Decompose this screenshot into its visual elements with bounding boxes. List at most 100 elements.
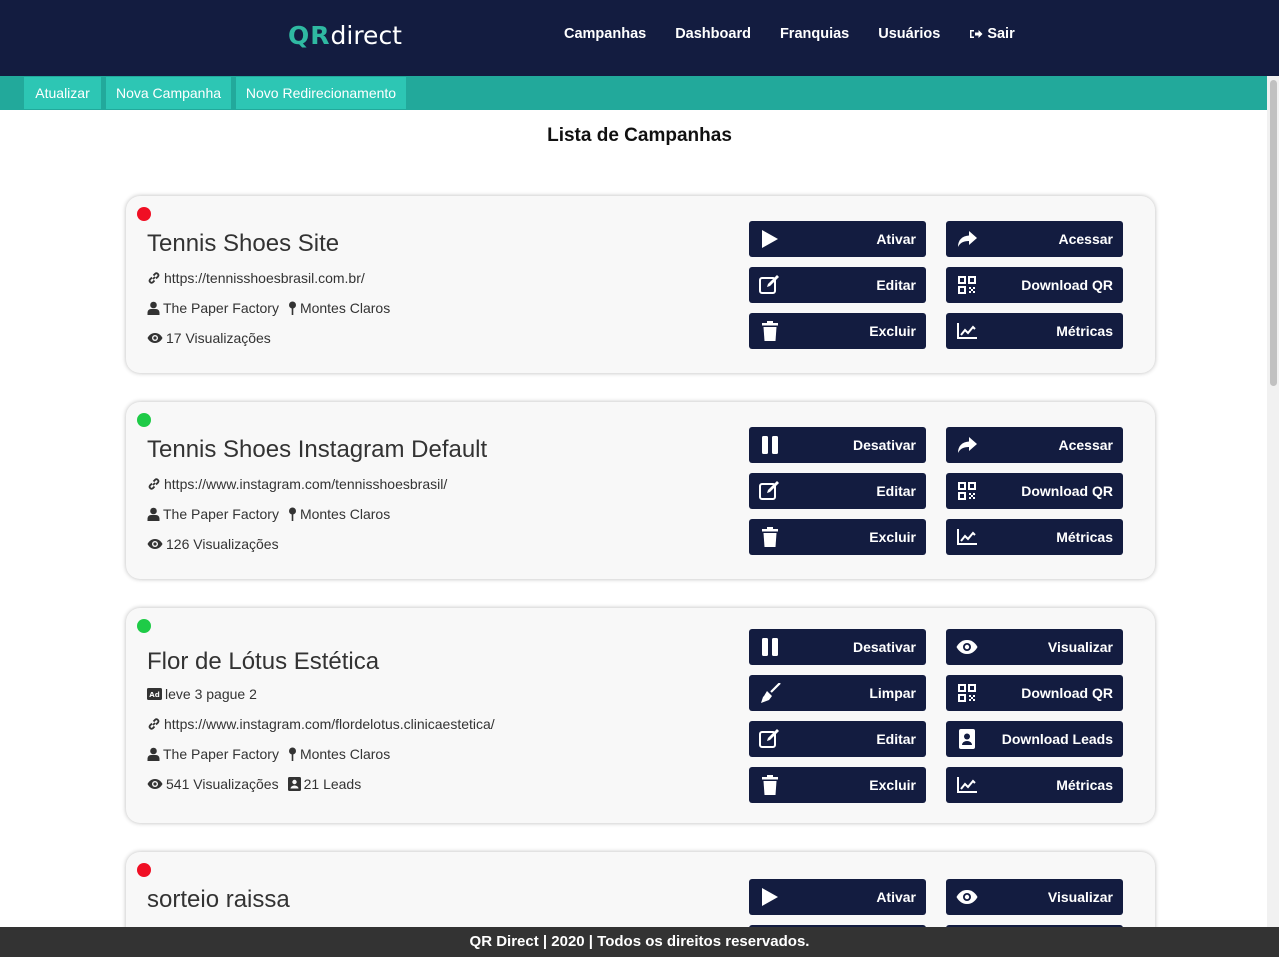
- deactivate-button-label: Desativar: [852, 437, 916, 453]
- download-qr-button[interactable]: Download QR: [946, 473, 1123, 509]
- campaign-title: sorteio raissa: [147, 886, 290, 913]
- metrics-button[interactable]: Métricas: [946, 313, 1123, 349]
- delete-button[interactable]: Excluir: [749, 313, 926, 349]
- deactivate-button[interactable]: Desativar: [749, 629, 926, 665]
- status-dot-inactive: [137, 863, 151, 877]
- chart-line-icon: [956, 526, 978, 548]
- nav-franquias[interactable]: Franquias: [780, 26, 849, 42]
- delete-button-label: Excluir: [869, 529, 916, 545]
- ad-icon: Ad: [147, 688, 162, 700]
- nav-sair[interactable]: Sair: [969, 26, 1015, 42]
- deactivate-button-label: Desativar: [852, 639, 916, 655]
- metrics-button-label: Métricas: [1056, 777, 1113, 793]
- chart-line-icon: [956, 320, 978, 342]
- activate-button-label: Ativar: [876, 889, 916, 905]
- map-pin-icon: [288, 747, 297, 761]
- view-button[interactable]: Visualizar: [946, 629, 1123, 665]
- eye-icon: [147, 778, 163, 790]
- page-footer: QR Direct | 2020 | Todos os direitos res…: [0, 927, 1279, 957]
- campaign-owner-line: The Paper Factory Montes Claros: [147, 746, 390, 762]
- new-redirect-button[interactable]: Novo Redirecionamento: [236, 77, 406, 109]
- link-icon: [147, 477, 161, 491]
- edit-button-label: Editar: [876, 483, 916, 499]
- share-icon: [956, 228, 978, 250]
- delete-button-label: Excluir: [869, 323, 916, 339]
- nav-campanhas-label: Campanhas: [564, 26, 647, 42]
- view-button-label: Visualizar: [1047, 889, 1113, 905]
- nav-campanhas[interactable]: Campanhas: [564, 26, 646, 42]
- map-pin-icon: [288, 301, 297, 315]
- edit-button[interactable]: Editar: [749, 473, 926, 509]
- broom-icon: [759, 682, 781, 704]
- page-scrollbar[interactable]: [1267, 76, 1279, 927]
- campaign-company: The Paper Factory: [163, 300, 279, 316]
- user-icon: [147, 747, 160, 761]
- user-icon: [147, 301, 160, 315]
- campaign-owner-line: The Paper Factory Montes Claros: [147, 300, 390, 316]
- metrics-button[interactable]: Métricas: [946, 767, 1123, 803]
- qrcode-icon: [956, 274, 978, 296]
- edit-button[interactable]: Editar: [749, 267, 926, 303]
- delete-button[interactable]: Excluir: [749, 519, 926, 555]
- campaign-city: Montes Claros: [299, 746, 391, 762]
- metrics-button-label: Métricas: [1056, 323, 1113, 339]
- map-pin-icon: [288, 507, 297, 521]
- download-qr-button-label: Download QR: [1021, 685, 1113, 701]
- delete-button-label: Excluir: [869, 777, 916, 793]
- campaign-card: Tennis Shoes Instagram Default https://w…: [126, 402, 1155, 579]
- campaign-city: Montes Claros: [299, 300, 391, 316]
- eye-icon: [956, 886, 978, 908]
- download-leads-button-label: Download Leads: [1001, 731, 1113, 747]
- link-icon: [147, 271, 161, 285]
- status-dot-inactive: [137, 207, 151, 221]
- status-dot-active: [137, 413, 151, 427]
- download-qr-button[interactable]: Download QR: [946, 675, 1123, 711]
- access-button[interactable]: Acessar: [946, 427, 1123, 463]
- campaign-views: 541 Visualizações: [166, 776, 279, 792]
- campaign-url[interactable]: https://www.instagram.com/flordelotus.cl…: [164, 716, 495, 732]
- campaign-views-line: 126 Visualizações: [147, 536, 279, 552]
- page-title: Lista de Campanhas: [547, 125, 732, 146]
- edit-button-label: Editar: [876, 731, 916, 747]
- edit-icon: [759, 480, 781, 502]
- campaign-views: 17 Visualizações: [166, 330, 271, 346]
- campaign-url-line: https://www.instagram.com/tennisshoesbra…: [147, 476, 447, 492]
- clean-button-label: Limpar: [869, 685, 916, 701]
- user-icon: [147, 507, 160, 521]
- new-campaign-button[interactable]: Nova Campanha: [106, 77, 231, 109]
- delete-button[interactable]: Excluir: [749, 767, 926, 803]
- activate-button[interactable]: Ativar: [749, 221, 926, 257]
- play-icon: [759, 228, 781, 250]
- link-icon: [147, 717, 161, 731]
- download-qr-button[interactable]: Download QR: [946, 267, 1123, 303]
- activate-button[interactable]: Ativar: [749, 879, 926, 915]
- nav-usuarios[interactable]: Usuários: [878, 26, 940, 42]
- campaign-leads: 21 Leads: [303, 776, 362, 792]
- download-qr-button-label: Download QR: [1021, 483, 1113, 499]
- nav-franquias-label: Franquias: [779, 26, 850, 42]
- nav-usuarios-label: Usuários: [878, 26, 941, 42]
- campaign-url[interactable]: https://www.instagram.com/tennisshoesbra…: [164, 476, 447, 492]
- clean-button[interactable]: Limpar: [749, 675, 926, 711]
- qrcode-icon: [956, 480, 978, 502]
- campaign-url[interactable]: https://tennisshoesbrasil.com.br/: [164, 270, 365, 286]
- nav-menu: Campanhas Dashboard Franquias Usuários S…: [564, 26, 1044, 42]
- contact-book-icon: [287, 777, 301, 791]
- campaign-views: 126 Visualizações: [166, 536, 279, 552]
- download-qr-button-label: Download QR: [1021, 277, 1113, 293]
- refresh-button[interactable]: Atualizar: [24, 77, 101, 109]
- eye-icon: [956, 636, 978, 658]
- qr-direct-logo[interactable]: QR direct: [288, 20, 402, 50]
- download-leads-button[interactable]: Download Leads: [946, 721, 1123, 757]
- action-toolbar: Atualizar Nova Campanha Novo Redireciona…: [0, 76, 1267, 110]
- view-button[interactable]: Visualizar: [946, 879, 1123, 915]
- nav-dashboard[interactable]: Dashboard: [675, 26, 751, 42]
- access-button[interactable]: Acessar: [946, 221, 1123, 257]
- sign-out-icon: [969, 28, 983, 40]
- metrics-button[interactable]: Métricas: [946, 519, 1123, 555]
- campaign-views-line: 17 Visualizações: [147, 330, 271, 346]
- campaign-company: The Paper Factory: [163, 506, 279, 522]
- deactivate-button[interactable]: Desativar: [749, 427, 926, 463]
- top-navbar: QR direct Campanhas Dashboard Franquias U…: [0, 0, 1279, 76]
- edit-button[interactable]: Editar: [749, 721, 926, 757]
